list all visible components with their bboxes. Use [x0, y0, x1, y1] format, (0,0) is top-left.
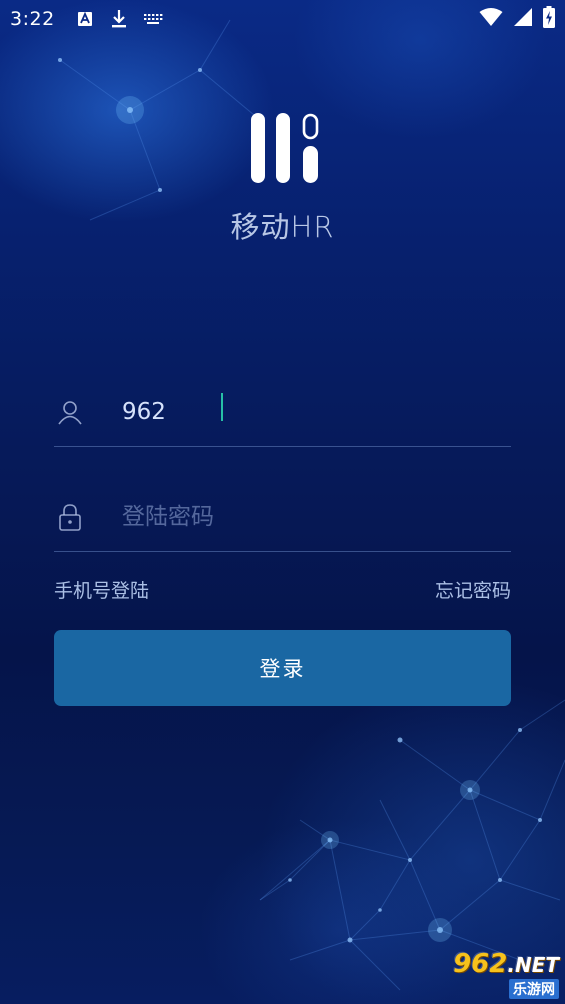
watermark-sub: 乐游网: [509, 979, 559, 999]
keyboard-icon: [143, 9, 163, 29]
watermark-logo: 962.NET 乐游网: [427, 949, 559, 999]
lock-icon: [56, 503, 84, 531]
status-time: 3:22: [10, 8, 55, 30]
username-field: [54, 377, 511, 447]
app-logo-icon: [251, 113, 319, 183]
username-input[interactable]: [122, 391, 511, 432]
password-input[interactable]: [122, 496, 511, 537]
download-icon: [109, 9, 129, 29]
forgot-password-link[interactable]: 忘记密码: [435, 576, 511, 603]
status-bar: 3:22: [0, 0, 565, 38]
login-button[interactable]: 登录: [54, 630, 511, 706]
phone-login-link[interactable]: 手机号登陆: [54, 576, 149, 603]
text-a-icon: [75, 9, 95, 29]
signal-icon: [513, 7, 533, 31]
watermark-main: 962.NET: [453, 949, 559, 979]
text-caret: [221, 393, 223, 421]
wifi-icon: [479, 7, 503, 31]
app-name: 移动HR: [230, 210, 335, 244]
user-icon: [56, 398, 84, 426]
password-field: [54, 482, 511, 552]
battery-charging-icon: [543, 6, 555, 32]
